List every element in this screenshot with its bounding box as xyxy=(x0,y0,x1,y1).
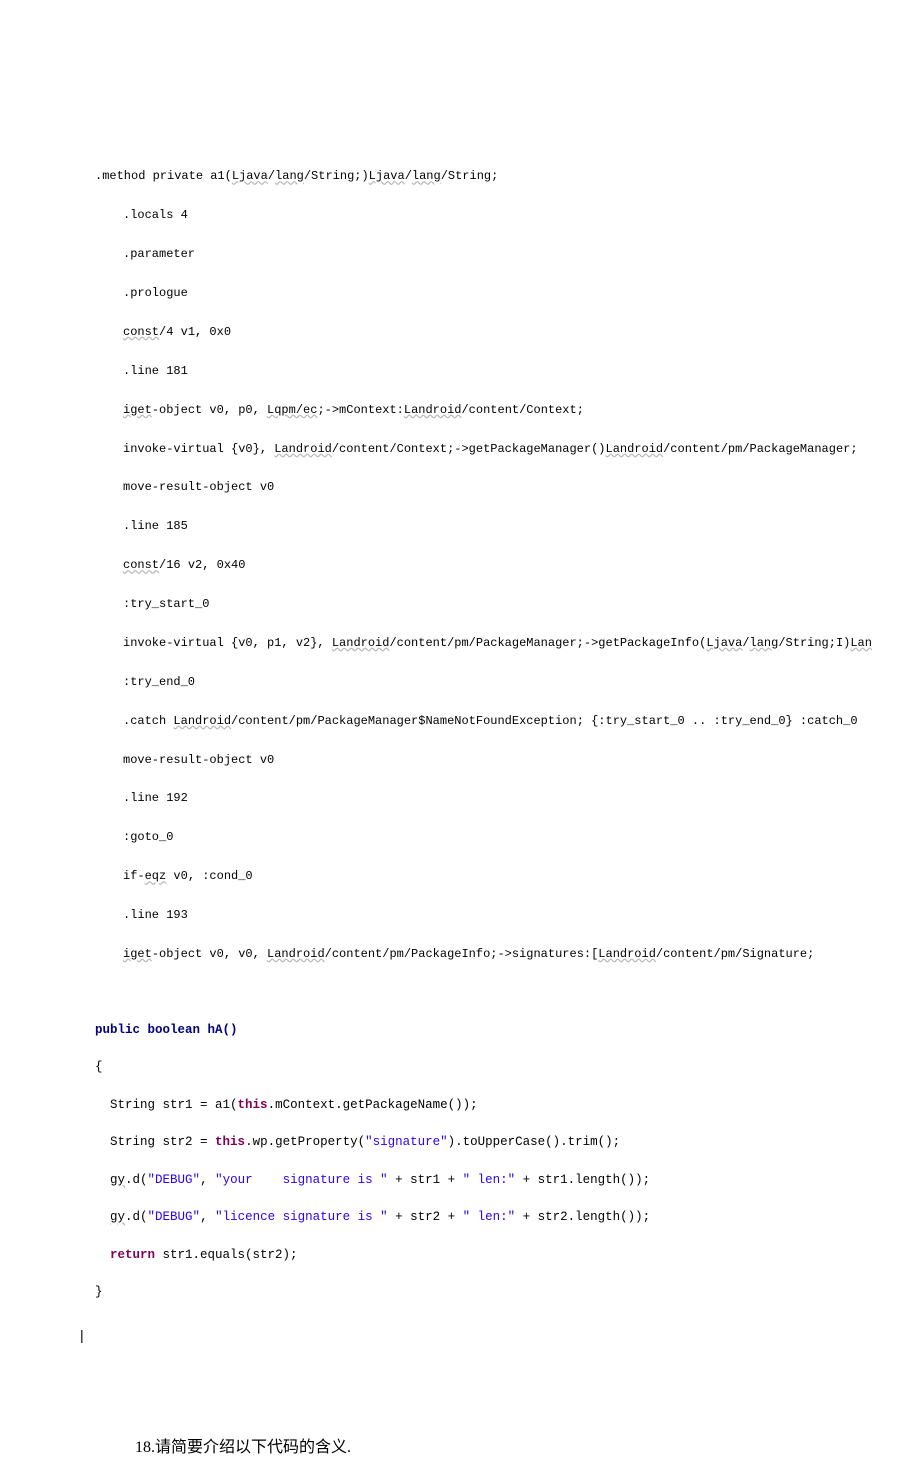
java-code-block: public boolean hA() { String str1 = a1(t… xyxy=(95,1002,920,1321)
question-text: 18.请简要介绍以下代码的含义. xyxy=(135,1433,920,1457)
cursor-mark: | xyxy=(80,1327,920,1343)
smali-code-block: .method private a1(Ljava/lang/String;)Lj… xyxy=(95,148,920,984)
